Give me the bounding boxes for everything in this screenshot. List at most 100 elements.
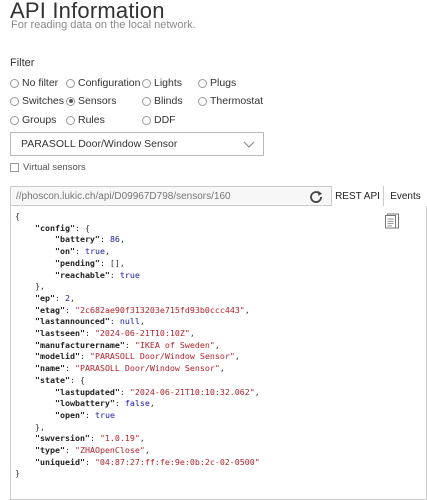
json-punct: }, [15,281,45,292]
json-string: "ZHAOpenClose" [74,445,145,456]
filter-row-1: No filter Configuration Lights Plugs [10,76,236,90]
json-punct: : [99,234,110,245]
json-response-code: { "config": { "battery": 86, "on": true,… [15,211,260,480]
json-string: "2024-06-21T10:10:32.062" [129,386,255,397]
json-punct [15,457,35,467]
json-key: "name" [34,363,65,374]
radio-indicator [10,115,19,125]
json-punct: : [84,409,95,420]
json-punct: , [254,386,260,397]
radio-indicator-selected [66,96,75,106]
page-subtitle: For reading data on the local network. [11,19,196,31]
code-line: "name": "PARASOLL Door/Window Sensor", [15,363,260,375]
device-select[interactable]: PARASOLL Door/Window Sensor [10,132,264,156]
rest-api-button[interactable]: REST API [331,186,384,206]
json-punct: : [109,316,120,327]
json-punct: : [84,456,95,467]
code-line: }, [15,422,260,434]
code-line: { [15,211,260,223]
json-punct: : [84,328,95,339]
code-line: "manufacturername": "IKEA of Sweden", [15,340,260,352]
json-key: "lastseen" [34,328,85,339]
json-punct [15,258,55,268]
json-punct: , [119,234,125,245]
filter-radio-sensors[interactable]: Sensors [66,94,142,108]
filter-radio-lights[interactable]: Lights [142,76,198,90]
chevron-down-icon [243,141,255,148]
json-key: "ep" [34,292,55,303]
filter-radio-rules[interactable]: Rules [66,113,142,127]
json-punct [15,410,55,420]
filter-radio-configuration[interactable]: Configuration [66,76,142,90]
virtual-sensors-checkbox-row[interactable]: Virtual sensors [10,162,86,173]
json-punct: : [64,445,75,456]
json-key: "config" [34,222,75,233]
json-punct [15,305,35,315]
json-punct: : [54,292,65,303]
json-punct [15,246,55,256]
json-punct [15,316,35,326]
json-key: "etag" [34,304,65,315]
json-punct: , [234,351,240,362]
code-line: "etag": "2c682ae90f313203e715fd93b0ccc44… [15,305,260,317]
json-punct: : { [69,374,85,385]
filter-radio-plugs[interactable]: Plugs [198,76,236,90]
filter-radio-no-filter[interactable]: No filter [10,76,66,90]
json-string: "PARASOLL Door/Window Sensor" [74,363,220,374]
code-line: "uniqueid": "04:87:27:ff:fe:9e:0b:2c-02-… [15,457,260,469]
code-line: "lowbattery": false, [15,398,260,410]
json-string: "04:87:27:ff:fe:9e:0b:2c-02-0500" [94,456,260,467]
radio-indicator [142,78,151,88]
clipboard-icon[interactable] [385,213,399,229]
json-string: "PARASOLL Door/Window Sensor" [89,351,235,362]
api-url-bar: //phoscon.lukic.ch/api/D09967D798/sensor… [10,186,427,206]
json-punct [15,234,55,244]
json-punct: , [69,292,75,303]
virtual-sensors-checkbox[interactable] [10,163,19,172]
filter-radio-blinds[interactable]: Blinds [142,94,198,108]
json-punct: }, [15,421,45,432]
json-punct: , [149,398,155,409]
filter-row-2: Switches Sensors Blinds Thermostat [10,94,263,108]
json-punct: , [219,363,225,374]
json-punct [15,340,35,350]
radio-indicator [142,96,151,106]
events-button[interactable]: Events [384,186,427,206]
filter-radio-thermostat[interactable]: Thermostat [198,94,263,108]
code-line: "modelid": "PARASOLL Door/Window Sensor"… [15,351,260,363]
json-punct: , [244,304,250,315]
code-line: "lastannounced": null, [15,316,260,328]
json-punct: , [189,328,195,339]
filter-radio-switches[interactable]: Switches [10,94,66,108]
json-key: "lastannounced" [34,316,110,327]
code-line: "swversion": "1.0.19", [15,433,260,445]
json-key: "pending" [54,257,100,268]
json-punct: , [104,246,110,257]
code-line: "on": true, [15,246,260,258]
radio-indicator [66,78,75,88]
code-line: "battery": 86, [15,234,260,246]
json-literal: true [94,409,115,420]
code-line: "open": true [15,410,260,422]
radio-indicator [198,78,207,88]
code-line: "pending": [], [15,258,260,270]
refresh-icon[interactable] [308,189,324,205]
json-key: "reachable" [54,269,110,280]
json-punct [15,270,55,280]
json-string: "1.0.19" [99,433,140,444]
json-key: "battery" [54,234,100,245]
json-punct: : [124,339,135,350]
json-punct: : [114,398,125,409]
code-line: }, [15,281,260,293]
device-select-value: PARASOLL Door/Window Sensor [21,138,178,150]
json-key: "type" [34,445,65,456]
json-punct: , [214,339,220,350]
filter-radio-ddf[interactable]: DDF [142,113,176,127]
code-line: "reachable": true [15,270,260,282]
json-string: "2024-06-21T10:10Z" [94,328,190,339]
json-key: "lowbattery" [54,398,115,409]
json-punct: : { [74,222,90,233]
filter-radio-groups[interactable]: Groups [10,113,66,127]
json-punct: , [139,316,145,327]
json-punct: : [], [99,257,125,268]
